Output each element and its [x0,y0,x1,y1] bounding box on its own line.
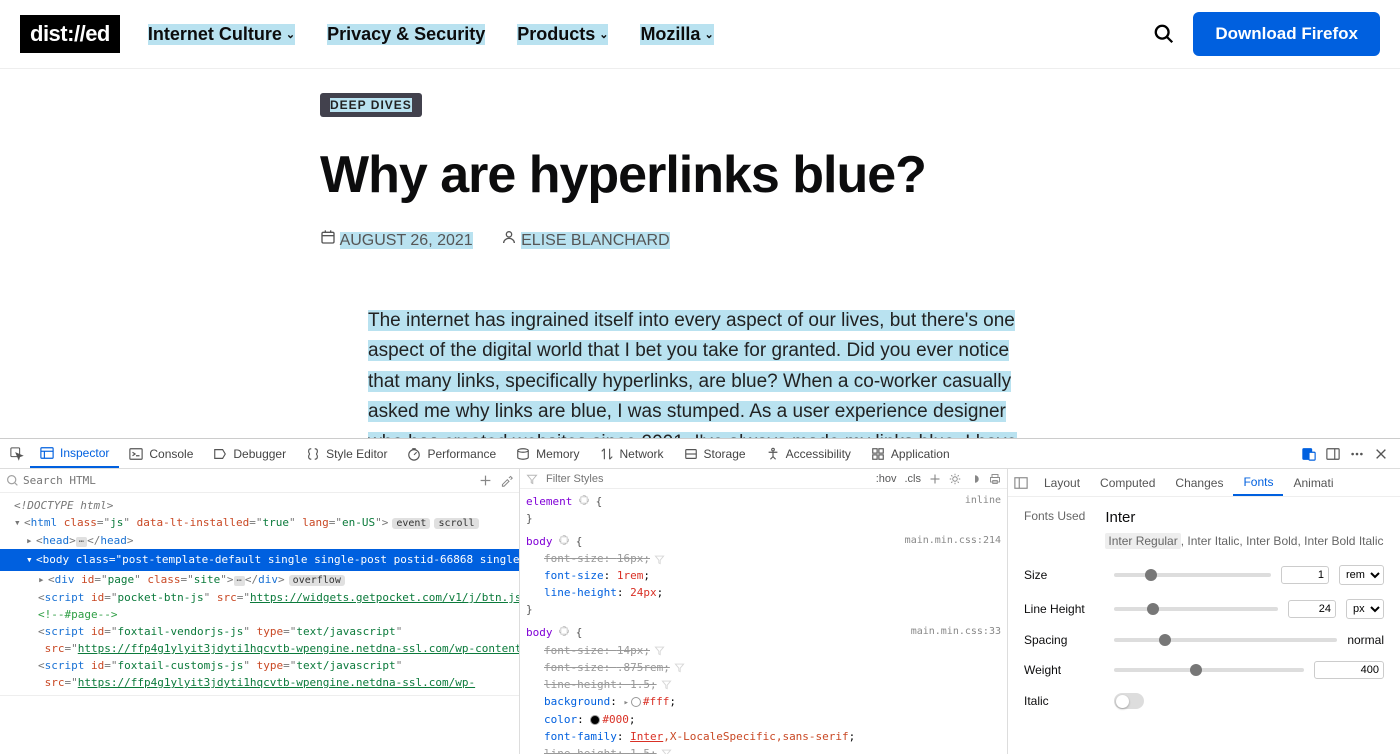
tab-computed[interactable]: Computed [1090,469,1165,496]
dom-search-row [0,469,519,493]
chevron-down-icon: ⌄ [704,28,713,41]
tab-style-editor[interactable]: Style Editor [296,439,397,468]
tab-debugger[interactable]: Debugger [203,439,296,468]
dock-side-icon[interactable] [1326,447,1340,461]
filter-styles-input[interactable] [546,473,868,485]
size-slider[interactable] [1114,573,1271,577]
line-height-control: Line Height px [1024,599,1384,619]
light-mode-icon[interactable] [949,473,961,485]
calendar-icon [320,229,336,245]
eyedropper-icon[interactable] [500,474,513,487]
cls-button[interactable]: .cls [905,473,922,485]
add-node-icon[interactable] [479,474,492,487]
site-logo[interactable]: dist://ed [20,15,120,53]
font-size-control: Size rem [1024,565,1384,585]
lineheight-slider[interactable] [1114,607,1278,611]
font-family-name: Inter [1105,509,1383,526]
article: DEEP DIVES Why are hyperlinks blue? AUGU… [320,69,1080,488]
dom-selected-node: <body class="post-template-default singl… [0,549,519,571]
tab-accessibility[interactable]: Accessibility [756,439,861,468]
filter-icon [526,473,538,485]
dark-mode-icon[interactable] [969,473,981,485]
fonts-panel: Layout Computed Changes Fonts Animati Fo… [1008,469,1400,754]
lineheight-input[interactable] [1288,600,1336,618]
dom-search-input[interactable] [23,474,479,487]
styles-panel: :hov .cls inlineelement {} main.min.css:… [520,469,1008,754]
dom-tree[interactable]: <!DOCTYPE html> <html class="js" data-lt… [0,493,519,695]
tab-inspector[interactable]: Inspector [30,439,119,468]
fonts-used-label: Fonts Used [1024,509,1085,523]
main-nav: Internet Culture ⌄ Privacy & Security Pr… [148,24,1154,45]
spacing-control: Spacing normal [1024,633,1384,647]
weight-slider[interactable] [1114,668,1304,672]
tab-storage[interactable]: Storage [674,439,756,468]
chevron-down-icon: ⌄ [599,28,608,41]
dom-breadcrumb[interactable] [0,695,519,715]
tab-performance[interactable]: Performance [397,439,506,468]
print-mode-icon[interactable] [989,473,1001,485]
article-author[interactable]: ELISE BLANCHARD [501,229,670,250]
search-icon[interactable] [1153,23,1175,45]
css-rules[interactable]: inlineelement {} main.min.css:214body { … [520,489,1007,754]
site-header: dist://ed Internet Culture ⌄ Privacy & S… [0,0,1400,69]
italic-control: Italic [1024,693,1384,709]
close-icon[interactable] [1374,447,1388,461]
lineheight-unit-select[interactable]: px [1346,599,1384,619]
nav-mozilla[interactable]: Mozilla ⌄ [640,24,713,45]
italic-toggle[interactable] [1114,693,1144,709]
nav-privacy-security[interactable]: Privacy & Security [327,24,485,45]
sidebar-toggle-icon[interactable] [1014,476,1028,490]
hov-button[interactable]: :hov [876,473,897,485]
tab-fonts[interactable]: Fonts [1233,469,1283,496]
person-icon [501,229,517,245]
size-unit-select[interactable]: rem [1339,565,1384,585]
tab-memory[interactable]: Memory [506,439,589,468]
download-firefox-button[interactable]: Download Firefox [1193,12,1380,56]
article-date: AUGUST 26, 2021 [320,229,473,250]
size-input[interactable] [1281,566,1329,584]
category-badge[interactable]: DEEP DIVES [320,93,422,117]
tab-layout[interactable]: Layout [1034,469,1090,496]
tab-console[interactable]: Console [119,439,203,468]
devtools-panel: Inspector Console Debugger Style Editor … [0,438,1400,754]
article-title: Why are hyperlinks blue? [320,145,1080,205]
chevron-down-icon: ⌄ [286,28,295,41]
devtools-tabs: Inspector Console Debugger Style Editor … [0,439,1400,469]
weight-control: Weight [1024,661,1384,679]
tab-application[interactable]: Application [861,439,960,468]
add-rule-icon[interactable] [929,473,941,485]
tab-network[interactable]: Network [590,439,674,468]
responsive-mode-icon[interactable] [1302,447,1316,461]
search-icon [6,474,19,487]
nav-products[interactable]: Products ⌄ [517,24,608,45]
spacing-slider[interactable] [1114,638,1337,642]
tab-changes[interactable]: Changes [1165,469,1233,496]
inspect-element-icon[interactable] [10,447,24,461]
kebab-menu-icon[interactable] [1350,447,1364,461]
tab-animations[interactable]: Animati [1283,469,1343,496]
font-variants: Inter Regular, Inter Italic, Inter Bold,… [1105,532,1383,551]
article-meta: AUGUST 26, 2021 ELISE BLANCHARD [320,229,1080,250]
dom-panel: <!DOCTYPE html> <html class="js" data-lt… [0,469,520,754]
weight-input[interactable] [1314,661,1384,679]
nav-internet-culture[interactable]: Internet Culture ⌄ [148,24,295,45]
